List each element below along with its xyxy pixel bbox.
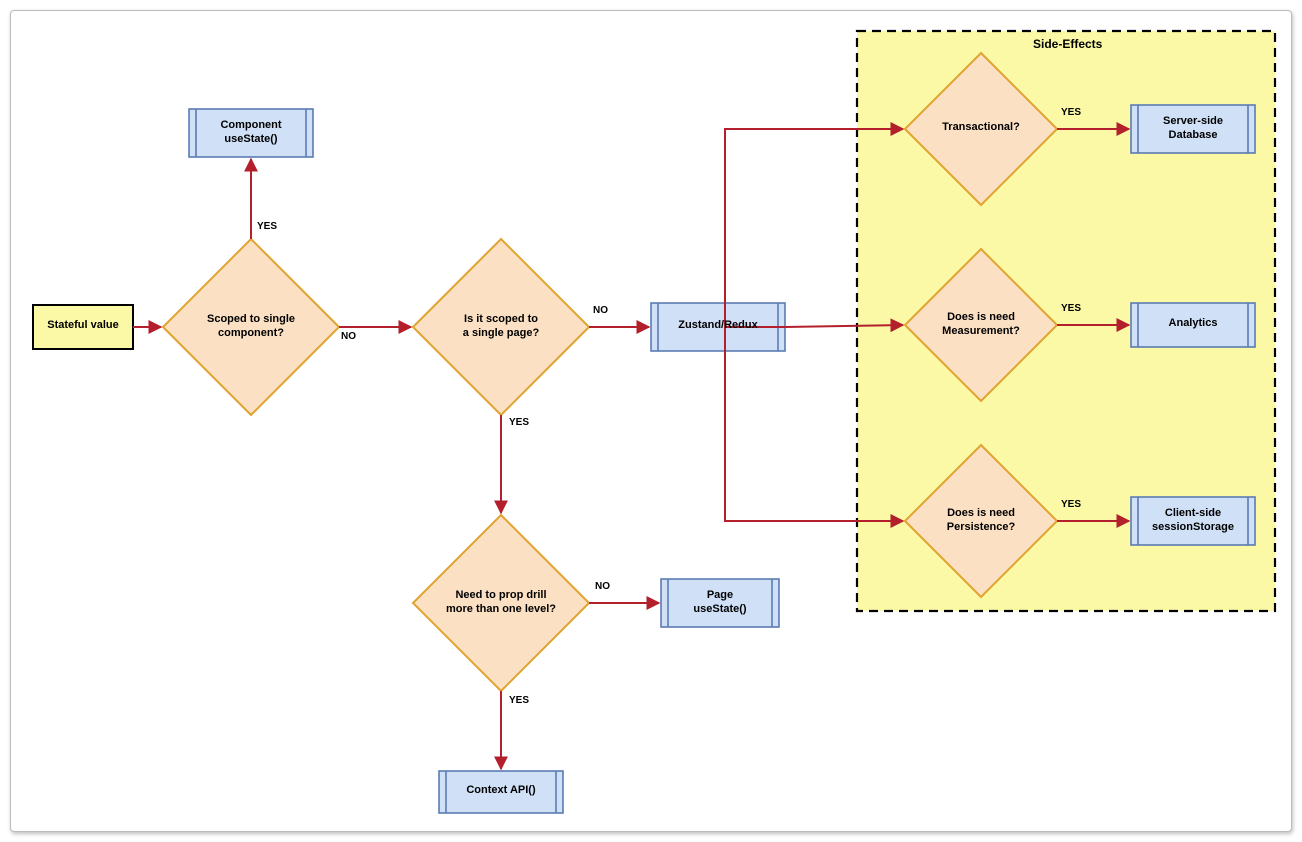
side-effects-title: Side-Effects <box>1033 37 1102 51</box>
diagram-canvas: Side-Effects Stateful value Scoped to si… <box>0 0 1302 842</box>
terminal-page-usestate <box>661 579 779 627</box>
decision-scoped-component <box>163 239 339 415</box>
diagram-svg <box>11 11 1291 831</box>
terminal-client-storage <box>1131 497 1255 545</box>
decision-prop-drill <box>413 515 589 691</box>
terminal-server-db <box>1131 105 1255 153</box>
diagram-frame: Side-Effects Stateful value Scoped to si… <box>10 10 1292 832</box>
terminal-analytics <box>1131 303 1255 347</box>
terminal-component-usestate <box>189 109 313 157</box>
start-node <box>33 305 133 349</box>
terminal-context-api <box>439 771 563 813</box>
decision-scoped-page <box>413 239 589 415</box>
